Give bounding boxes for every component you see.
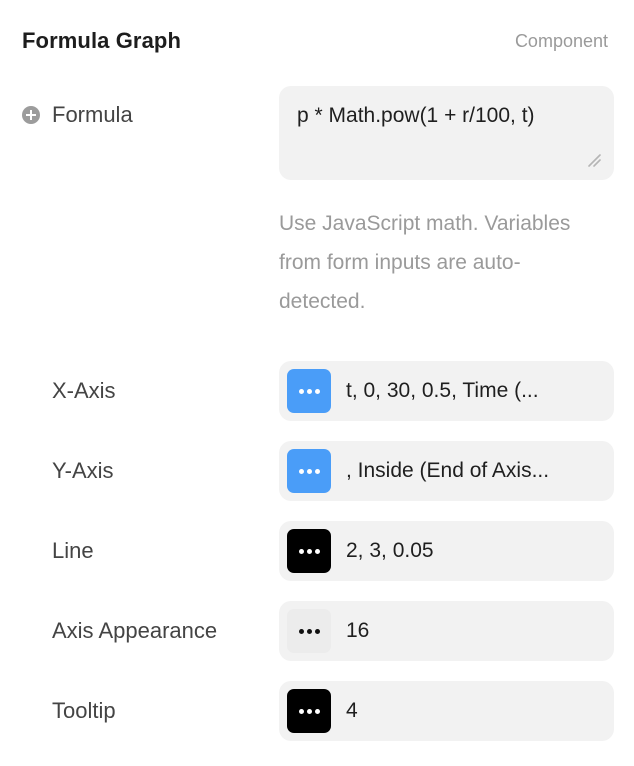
property-row-axis-appearance: Axis Appearance 16 [52,601,614,661]
property-row-line: Line 2, 3, 0.05 [52,521,614,581]
property-label: X-Axis [52,378,116,403]
panel-header: Formula Graph Component [22,26,608,56]
x-axis-field[interactable]: t, 0, 30, 0.5, Time (... [279,361,614,421]
property-row-y-axis: Y-Axis , Inside (End of Axis... [52,441,614,501]
more-horizontal-icon[interactable] [287,369,331,413]
formula-label: Formula [52,102,133,127]
component-badge: Component [514,30,608,51]
property-label: Axis Appearance [52,618,218,643]
more-horizontal-icon[interactable] [287,609,331,653]
axis-appearance-field[interactable]: 16 [279,601,614,661]
property-row-tooltip: Tooltip 4 [52,681,614,741]
tooltip-field[interactable]: 4 [279,681,614,741]
plus-circle-icon[interactable] [22,106,40,124]
property-row-x-axis: X-Axis t, 0, 30, 0.5, Time (... [52,361,614,421]
panel-title: Formula Graph [22,28,181,53]
more-horizontal-icon[interactable] [287,529,331,573]
property-label: Tooltip [52,698,116,723]
formula-hint: Use JavaScript math. Variables from form… [279,212,571,313]
line-field[interactable]: 2, 3, 0.05 [279,521,614,581]
property-value: t, 0, 30, 0.5, Time (... [346,379,539,402]
more-horizontal-icon[interactable] [287,449,331,493]
property-value: 2, 3, 0.05 [346,539,434,562]
formula-value: p * Math.pow(1 + r/100, t) [297,104,535,127]
formula-label-group[interactable]: Formula [22,102,133,128]
property-value: 16 [346,619,370,642]
resize-handle-icon[interactable] [586,152,602,168]
property-value: 4 [346,699,358,722]
property-label: Y-Axis [52,458,114,483]
formula-input[interactable]: p * Math.pow(1 + r/100, t) [279,86,614,180]
more-horizontal-icon[interactable] [287,689,331,733]
y-axis-field[interactable]: , Inside (End of Axis... [279,441,614,501]
property-value: , Inside (End of Axis... [346,459,550,482]
property-label: Line [52,538,94,563]
